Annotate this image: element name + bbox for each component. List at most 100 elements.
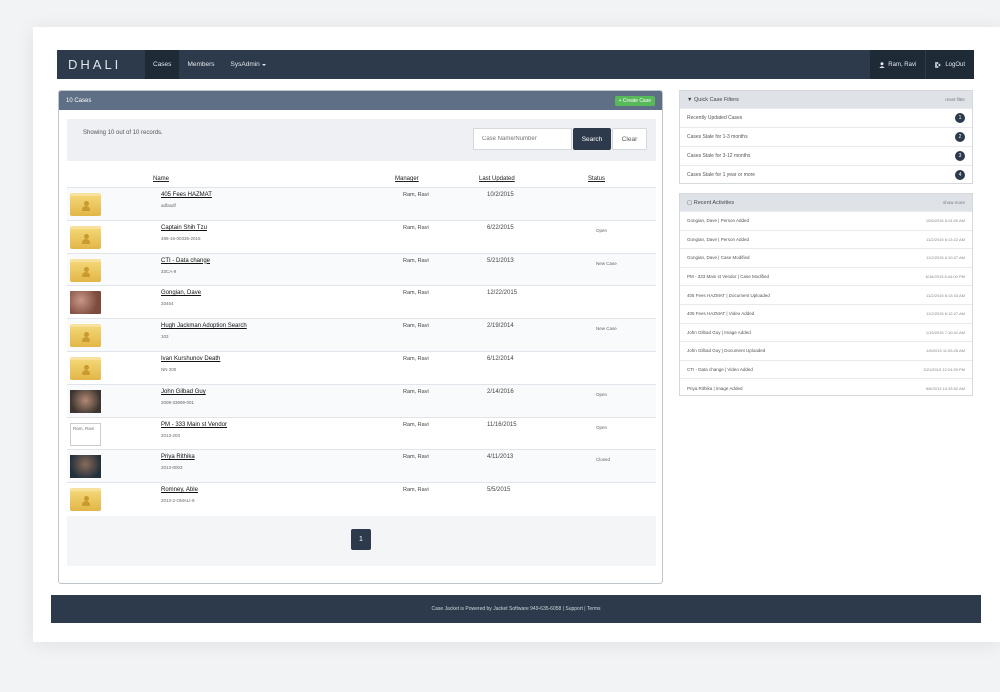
quick-filter-item[interactable]: Cases Stale for 1 year or more 4 <box>680 165 972 184</box>
clear-button[interactable]: Clear <box>612 128 647 150</box>
brand-logo[interactable]: DHALI <box>57 57 145 72</box>
filter-icon: ▼ <box>687 96 694 103</box>
quick-filters-panel: ▼ Quick Case Filters reset filter Recent… <box>679 90 973 184</box>
quick-filter-item[interactable]: Cases Stale for 1-3 months 2 <box>680 127 972 146</box>
calendar-icon: ▢ <box>687 199 694 206</box>
activity-time: 6/16/2015 5:44:00 PM <box>925 274 965 280</box>
case-name-link[interactable]: John Gilbad Guy <box>161 389 206 395</box>
table-row[interactable]: Ram, Ravi PM - 333 Main st Vendor 2013-203… <box>67 416 656 450</box>
column-header-name[interactable]: Name <box>153 176 169 182</box>
create-case-button[interactable]: + Create Case <box>614 95 655 106</box>
count-badge: 4 <box>955 170 965 180</box>
activity-text: Gongian, Dave | Person Added <box>687 218 749 224</box>
case-name-link[interactable]: Ivan Kurshunov Death <box>161 356 220 362</box>
nav-cases[interactable]: Cases <box>145 50 180 79</box>
recent-activities-title: ▢ Recent Activities <box>687 200 734 206</box>
activity-item: PM - 333 Main st Vendor | Case Modified 6… <box>680 266 972 286</box>
quick-filters-title-text: Quick Case Filters <box>693 96 739 103</box>
page-1-button[interactable]: 1 <box>351 529 371 550</box>
reset-filter-link[interactable]: reset filter <box>945 97 965 102</box>
table-row[interactable]: Romney, Able 2013-2-OMALI-9 Ram, Ravi 5/5/2… <box>67 482 656 515</box>
case-photo <box>70 291 101 315</box>
case-name-link[interactable]: Captain Shih Tzu <box>161 225 207 231</box>
activity-time: 3/21/2013 12:24:39 PM <box>923 367 965 373</box>
logout-icon <box>935 61 942 68</box>
case-manager: Ram, Ravi <box>403 355 429 362</box>
case-name-link[interactable]: Romney, Able <box>161 487 198 493</box>
user-area: Ram, Ravi LogOut <box>870 50 974 79</box>
case-number: adfasdf <box>161 203 176 208</box>
show-more-link[interactable]: show more <box>943 200 965 205</box>
activity-item: Gongian, Dave | Person Added 11/2/2015 6:… <box>680 229 972 249</box>
quick-filter-item[interactable]: Cases Stale for 3-12 months 3 <box>680 146 972 165</box>
column-header-manager[interactable]: Manager <box>395 176 419 182</box>
case-manager: Ram, Ravi <box>403 224 429 231</box>
cases-table-header: Name Manager Last Updated Status <box>59 173 662 187</box>
case-search-input[interactable] <box>473 128 572 150</box>
case-number: 103 <box>161 334 169 340</box>
case-name-link[interactable]: PM - 333 Main st Vendor <box>161 422 227 428</box>
case-manager: Ram, Ravi <box>403 323 429 330</box>
user-menu[interactable]: Ram, Ravi <box>870 50 926 79</box>
case-manager: Ram, Ravi <box>403 388 429 395</box>
activity-time: 11/2/2015 6:13:22 AM <box>926 236 965 242</box>
folder-icon <box>70 488 101 512</box>
case-last-updated: 11/16/2015 <box>487 421 517 428</box>
case-status: Open <box>596 227 608 233</box>
cases-panel-header: 10 Cases + Create Case <box>59 91 662 110</box>
pagination: 1 <box>67 516 656 566</box>
case-name-link[interactable]: CTI - Data change <box>161 258 210 264</box>
case-name-link[interactable]: Priya Rithika <box>161 454 195 460</box>
table-row[interactable]: Captain Shih Tzu 488-16-00335-2015 Ram, Ra… <box>67 219 656 253</box>
case-last-updated: 6/12/2014 <box>487 355 514 362</box>
case-last-updated: 5/5/2015 <box>487 487 511 494</box>
case-manager: Ram, Ravi <box>403 487 429 494</box>
quick-filters-header: ▼ Quick Case Filters reset filter <box>680 91 972 108</box>
activity-text: 405 Fees HAZMAT | Document Uploaded <box>687 292 770 298</box>
case-manager: Ram, Ravi <box>403 421 429 428</box>
quick-filters-list: Recently Updated Cases 1 Cases Stale for 1… <box>680 108 972 184</box>
case-manager: Ram, Ravi <box>403 257 429 264</box>
recent-activities-header: ▢ Recent Activities show more <box>680 194 972 211</box>
table-row[interactable]: Hugh Jackman Adoption Search 103 Ram, Ravi… <box>67 318 656 351</box>
table-row[interactable]: John Gilbad Guy 2009-33699-001 Ram, Ravi 2/… <box>67 383 656 417</box>
case-status: New Case <box>596 326 617 332</box>
case-status: Open <box>596 391 608 397</box>
table-row[interactable]: Priya Rithika 2013-0003 Ram, Ravi 4/11/2013… <box>67 449 656 483</box>
count-badge: 3 <box>955 151 965 161</box>
nav-sysadmin[interactable]: SysAdmin <box>223 50 274 79</box>
case-last-updated: 10/2/2015 <box>487 192 514 198</box>
activity-time: 11/2/2015 6:12:27 AM <box>926 311 965 317</box>
folder-icon <box>70 356 101 380</box>
search-button[interactable]: Search <box>573 128 611 150</box>
column-header-status[interactable]: Status <box>588 176 605 182</box>
table-row[interactable]: Ivan Kurshunov Death NN 200 Ram, Ravi 6/12/… <box>67 350 656 384</box>
column-header-last-updated[interactable]: Last Updated <box>479 176 515 182</box>
table-row[interactable]: Gongian, Dave 33454 Ram, Ravi 12/22/2015 <box>67 285 656 318</box>
activity-text: Gongian, Dave | Person Added <box>687 236 749 242</box>
logout-button[interactable]: LogOut <box>925 50 974 79</box>
table-row[interactable]: CTI - Data change 33CA-9 Ram, Ravi 5/21/201… <box>67 252 656 286</box>
case-name-link[interactable]: Gongian, Dave <box>161 290 201 296</box>
activity-time: 11/2/2015 6:10:27 AM <box>926 255 965 261</box>
case-name-link[interactable]: 405 Fees HAZMAT <box>161 192 212 198</box>
count-badge: 1 <box>955 113 965 123</box>
quick-filter-label: Cases Stale for 3-12 months <box>687 153 751 159</box>
case-number: 2009-33699-001 <box>161 399 195 405</box>
records-count-text: Showing 10 out of 10 records. <box>83 130 163 136</box>
table-row[interactable]: 405 Fees HAZMAT adfasdf Ram, Ravi 10/2/2015 <box>67 187 656 220</box>
case-number: 2013-2-OMALI-9 <box>161 498 195 504</box>
folder-icon <box>70 193 101 216</box>
footer: Case Jacket is Powered by Jacket Softwar… <box>51 595 981 623</box>
main-nav: Cases Members SysAdmin <box>145 50 274 79</box>
case-status: Closed <box>596 457 611 463</box>
case-last-updated: 2/19/2014 <box>487 323 514 330</box>
cases-count-title: 10 Cases <box>66 97 92 104</box>
case-name-link[interactable]: Hugh Jackman Adoption Search <box>161 323 247 329</box>
activity-time: 1/15/2015 7:10:41 AM <box>925 329 965 335</box>
activity-time: 10/6/2016 6:24:00 AM <box>925 218 965 224</box>
nav-members[interactable]: Members <box>179 50 222 79</box>
quick-filter-item[interactable]: Recently Updated Cases 1 <box>680 108 972 127</box>
quick-filters-title: ▼ Quick Case Filters <box>687 97 739 103</box>
caret-down-icon <box>261 63 266 66</box>
